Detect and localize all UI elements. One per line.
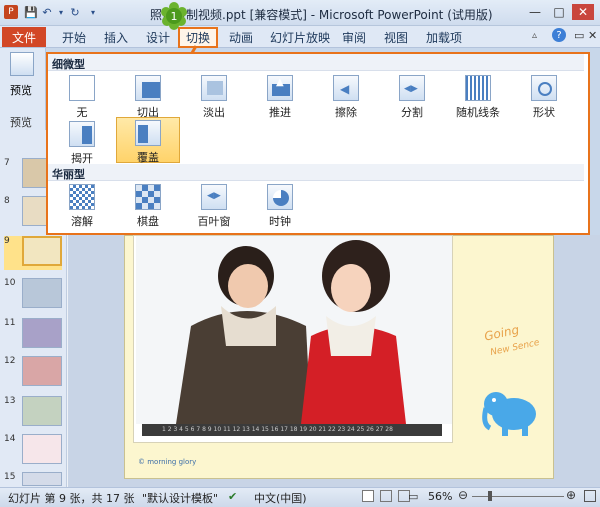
- transition-cover[interactable]: 覆盖: [116, 117, 180, 164]
- fade-icon: [201, 75, 227, 101]
- tab-review[interactable]: 审阅: [342, 29, 366, 45]
- film-strip: 1 2 3 4 5 6 7 8 9 10 11 12 13 14 15 16 1…: [142, 424, 442, 436]
- slide-caption: © morning glory: [138, 458, 197, 466]
- push-icon: ▲: [267, 75, 293, 101]
- powerpoint-logo-icon[interactable]: P: [4, 5, 18, 19]
- clock-icon: [267, 184, 293, 210]
- preview-icon[interactable]: [10, 52, 34, 76]
- tab-file[interactable]: 文件: [2, 27, 46, 47]
- restore-icon[interactable]: ▭: [574, 29, 584, 42]
- spell-check-icon[interactable]: ✔: [228, 490, 237, 503]
- normal-view-icon[interactable]: [362, 490, 374, 502]
- status-language[interactable]: 中文(中国): [254, 490, 307, 506]
- none-icon: [69, 75, 95, 101]
- transition-split[interactable]: ◀▶ 分割: [384, 73, 440, 119]
- section-subtle: 细微型: [48, 54, 584, 71]
- transition-uncover[interactable]: 揭开: [54, 119, 110, 165]
- maximize-icon[interactable]: □: [548, 4, 570, 20]
- status-theme[interactable]: "默认设计模板": [142, 490, 218, 506]
- transition-shape[interactable]: 形状: [516, 73, 572, 119]
- close-doc-icon[interactable]: ✕: [588, 29, 597, 42]
- transition-fade[interactable]: 淡出: [186, 73, 242, 119]
- elephant-icon: [482, 392, 536, 436]
- tab-design[interactable]: 设计: [146, 29, 170, 45]
- transition-checkerboard[interactable]: 棋盘: [120, 182, 176, 228]
- checkerboard-icon: [135, 184, 161, 210]
- thumbnail-14[interactable]: 14: [4, 434, 62, 468]
- transition-wipe[interactable]: ◀ 擦除: [318, 73, 374, 119]
- tab-view[interactable]: 视图: [384, 29, 408, 45]
- random-bars-icon: [465, 75, 491, 101]
- status-slide-info: 幻灯片 第 9 张，共 17 张: [8, 492, 135, 505]
- tab-animations[interactable]: 动画: [229, 29, 253, 45]
- thumbnail-12[interactable]: 12: [4, 356, 62, 390]
- step-badge-icon: 1: [161, 2, 187, 30]
- transition-blinds[interactable]: ◀▶ 百叶窗: [186, 182, 242, 228]
- transition-cut[interactable]: 切出: [120, 73, 176, 119]
- zoom-in-icon[interactable]: ⊕: [566, 488, 576, 502]
- close-icon[interactable]: ✕: [572, 4, 594, 20]
- transition-dissolve[interactable]: 溶解: [54, 182, 110, 228]
- preview-group-label: 预览: [10, 116, 32, 129]
- undo-dropdown-icon[interactable]: ▾: [54, 5, 68, 19]
- cover-icon: [135, 120, 161, 146]
- badge-number: 1: [171, 10, 178, 23]
- redo-icon[interactable]: ↻: [68, 5, 82, 19]
- thumbnail-11[interactable]: 11: [4, 318, 62, 352]
- zoom-slider-handle[interactable]: [488, 491, 492, 501]
- collapse-ribbon-icon[interactable]: ▵: [532, 30, 537, 41]
- slideshow-icon[interactable]: ▭: [408, 490, 418, 503]
- thumbnail-10[interactable]: 10: [4, 278, 62, 312]
- transition-random-bars[interactable]: 随机线条: [450, 73, 506, 119]
- shape-icon: [531, 75, 557, 101]
- thumbnail-13[interactable]: 13: [4, 396, 62, 430]
- fit-window-icon[interactable]: [584, 490, 596, 502]
- tab-home[interactable]: 开始: [62, 29, 86, 45]
- wipe-icon: ◀: [333, 75, 359, 101]
- undo-icon[interactable]: ↶: [40, 5, 54, 19]
- minimize-icon[interactable]: —: [524, 4, 546, 20]
- preview-button-label[interactable]: 预览: [10, 82, 32, 98]
- zoom-out-icon[interactable]: ⊖: [458, 488, 468, 502]
- section-exciting: 华丽型: [48, 164, 584, 181]
- cut-icon: [135, 75, 161, 101]
- zoom-level[interactable]: 56%: [428, 490, 452, 503]
- dissolve-icon: [69, 184, 95, 210]
- split-icon: ◀▶: [399, 75, 425, 101]
- window-title: 照片转制视频.ppt [兼容模式] - Microsoft PowerPoint…: [150, 8, 493, 22]
- help-icon[interactable]: ?: [552, 28, 566, 42]
- customize-toolbar-icon[interactable]: ▾: [86, 5, 100, 19]
- slide-sorter-icon[interactable]: [380, 490, 392, 502]
- thumbnail-9[interactable]: 9: [4, 236, 62, 270]
- transition-push[interactable]: ▲ 推进: [252, 73, 308, 119]
- tab-insert[interactable]: 插入: [104, 29, 128, 45]
- transition-clock[interactable]: 时钟: [252, 182, 308, 228]
- transition-none[interactable]: 无: [54, 73, 110, 119]
- blinds-icon: ◀▶: [201, 184, 227, 210]
- uncover-icon: [69, 121, 95, 147]
- couple-photo: [136, 236, 452, 424]
- tab-slideshow[interactable]: 幻灯片放映: [270, 29, 330, 45]
- tab-addins[interactable]: 加载项: [426, 29, 462, 45]
- save-icon[interactable]: 💾: [24, 5, 38, 19]
- zoom-slider[interactable]: [472, 496, 564, 497]
